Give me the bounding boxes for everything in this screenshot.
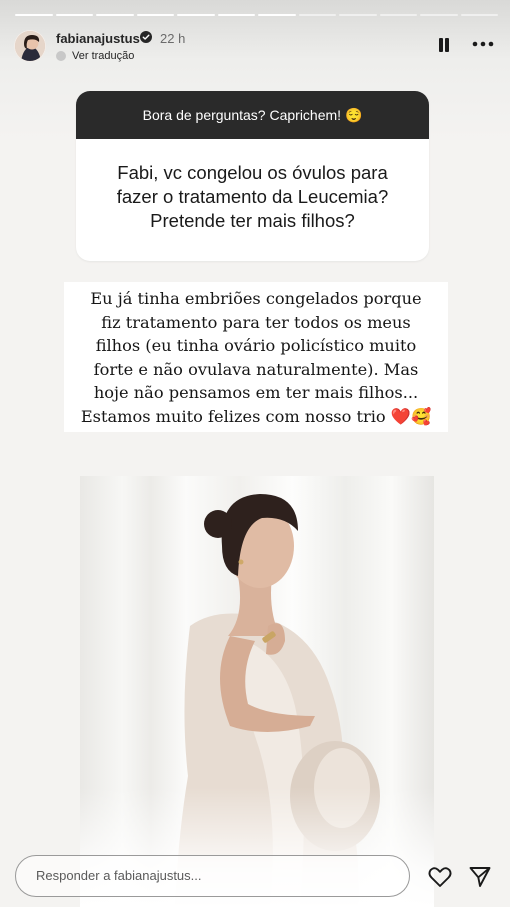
translate-link[interactable]: Ver tradução xyxy=(56,50,134,62)
story-progress-bar xyxy=(15,14,498,16)
story-header: fabianajustus 22 h Ver tradução xyxy=(14,28,496,68)
heart-icon[interactable] xyxy=(427,865,453,889)
question-sticker-title: Bora de perguntas? Caprichem! 😌 xyxy=(76,91,429,139)
answer-line: Eu já tinha embriões congelados porque xyxy=(90,289,422,308)
story-progress-segment xyxy=(339,14,377,16)
globe-icon xyxy=(56,51,66,61)
story-progress-segment xyxy=(177,14,215,16)
send-icon[interactable] xyxy=(468,865,492,889)
story-progress-segment xyxy=(460,14,498,16)
question-sticker: Bora de perguntas? Caprichem! 😌 Fabi, vc… xyxy=(76,91,429,261)
pause-button[interactable] xyxy=(436,36,452,54)
answer-line: Estamos muito felizes com nosso trio ❤️🥰 xyxy=(80,406,432,426)
pause-icon xyxy=(439,38,443,52)
more-options-icon xyxy=(472,41,494,47)
more-options-button[interactable] xyxy=(470,34,496,54)
story-viewer[interactable]: fabianajustus 22 h Ver tradução Bora de … xyxy=(0,0,510,907)
reply-input[interactable]: Responder a fabianajustus... xyxy=(15,855,410,897)
answer-line: fiz tratamento para ter todos os meus xyxy=(101,312,411,332)
post-time: 22 h xyxy=(160,31,186,46)
question-text: Fabi, vc congelou os óvulos para fazer o… xyxy=(116,162,389,231)
story-progress-segment xyxy=(136,14,174,16)
answer-text-box: Eu já tinha embriões congelados porque f… xyxy=(64,282,448,432)
story-progress-segment xyxy=(15,14,53,16)
story-progress-segment xyxy=(379,14,417,16)
story-progress-segment xyxy=(298,14,336,16)
answer-line: forte e não ovulava naturalmente). Mas xyxy=(93,359,419,379)
answer-line: filhos (eu tinha ovário policístico muit… xyxy=(95,336,417,355)
story-progress-segment xyxy=(96,14,134,16)
avatar[interactable] xyxy=(14,30,46,62)
translate-label: Ver tradução xyxy=(72,50,135,62)
story-progress-segment xyxy=(55,14,93,16)
username[interactable]: fabianajustus xyxy=(56,31,140,46)
verified-badge-icon xyxy=(140,31,152,43)
story-progress-segment xyxy=(217,14,255,16)
story-progress-segment xyxy=(420,14,458,16)
answer-line: hoje não pensamos em ter mais filhos... xyxy=(93,383,419,402)
story-photo xyxy=(80,476,434,907)
reply-placeholder: Responder a fabianajustus... xyxy=(36,868,202,883)
story-progress-segment xyxy=(258,14,296,16)
pause-icon-bar xyxy=(445,38,449,52)
